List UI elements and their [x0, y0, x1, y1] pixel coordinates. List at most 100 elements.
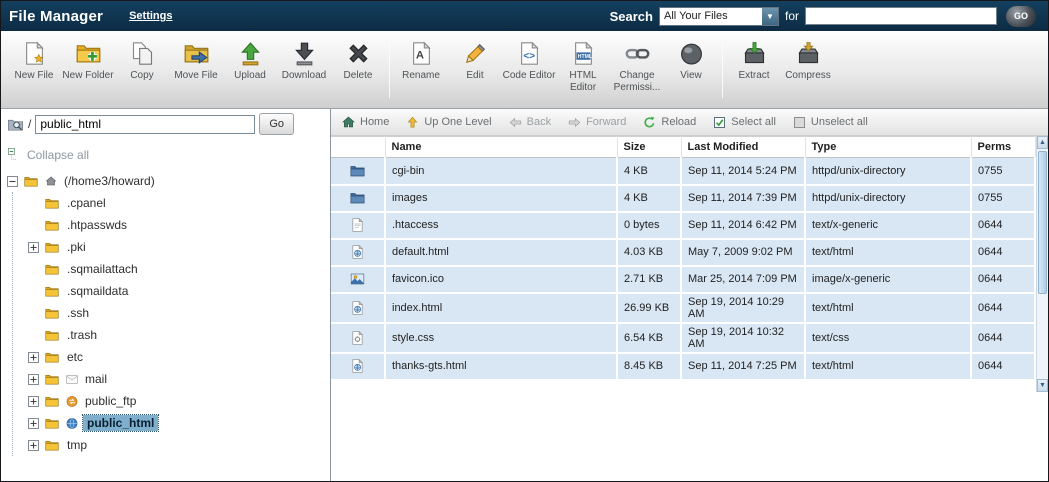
folder-search-icon [7, 116, 24, 133]
expand-plus-icon[interactable] [28, 242, 39, 253]
cell-modified: Sep 11, 2014 6:42 PM [681, 212, 805, 239]
toolbar-change-permissions-button[interactable]: Change Permissi... [610, 40, 664, 93]
collapse-all-button[interactable]: Collapse all [1, 139, 330, 166]
tree-item-public_html[interactable]: public_html [28, 412, 330, 434]
filebar-back-button[interactable]: Back [508, 115, 551, 130]
filebar-unselect-all-button[interactable]: Unselect all [792, 115, 868, 130]
toolbar-download-button[interactable]: Download [277, 40, 331, 82]
cell-name[interactable]: style.css [385, 323, 617, 353]
path-input[interactable] [35, 115, 255, 134]
filebar-select-all-button[interactable]: Select all [712, 115, 776, 130]
column-header-type[interactable]: Type [805, 137, 971, 158]
cell-name[interactable]: thanks-gts.html [385, 353, 617, 380]
cell-icon [331, 158, 385, 185]
search-go-button[interactable]: GO [1006, 6, 1036, 27]
tree-item-trash[interactable]: .trash [28, 324, 330, 346]
tree-item-pki[interactable]: .pki [28, 236, 330, 258]
cell-modified: Sep 11, 2014 7:25 PM [681, 353, 805, 380]
filebar-up-one-level-button[interactable]: Up One Level [405, 115, 491, 130]
file-row-htaccess[interactable]: .htaccess0 bytesSep 11, 2014 6:42 PMtext… [331, 212, 1035, 239]
path-go-button[interactable]: Go [259, 113, 294, 135]
collapse-all-label: Collapse all [27, 148, 89, 162]
cell-name[interactable]: default.html [385, 239, 617, 266]
cell-type: text/html [805, 353, 971, 380]
file-row-faviconico[interactable]: favicon.ico2.71 KBMar 25, 2014 7:09 PMim… [331, 266, 1035, 293]
folder-icon [43, 394, 61, 409]
cell-name[interactable]: index.html [385, 293, 617, 323]
column-header-name[interactable]: Name [385, 137, 617, 158]
expand-plus-icon[interactable] [28, 440, 39, 451]
file-row-thanks-gtshtml[interactable]: thanks-gts.html8.45 KBSep 11, 2014 7:25 … [331, 353, 1035, 380]
toolbar-extract-button[interactable]: Extract [727, 40, 781, 82]
toolbar-delete-button[interactable]: Delete [331, 40, 385, 82]
cell-icon [331, 239, 385, 266]
column-header-perms[interactable]: Perms [971, 137, 1035, 158]
expand-plus-icon[interactable] [28, 352, 39, 363]
vertical-scrollbar[interactable]: ▲ ▼ [1036, 136, 1048, 392]
header: File Manager Settings Search All Your Fi… [1, 1, 1048, 31]
folder-icon [43, 372, 61, 387]
tree-item-cpanel[interactable]: .cpanel [28, 192, 330, 214]
tree-item-htpasswds[interactable]: .htpasswds [28, 214, 330, 236]
scroll-up-button[interactable]: ▲ [1037, 136, 1048, 149]
toolbar-view-button[interactable]: View [664, 40, 718, 82]
cell-type: image/x-generic [805, 266, 971, 293]
expand-plus-icon[interactable] [28, 418, 39, 429]
file-row-images[interactable]: images4 KBSep 11, 2014 7:39 PMhttpd/unix… [331, 185, 1035, 212]
expand-plus-icon[interactable] [28, 374, 39, 385]
tree-item-sqmaildata[interactable]: .sqmaildata [28, 280, 330, 302]
file-row-cgi-bin[interactable]: cgi-bin4 KBSep 11, 2014 5:24 PMhttpd/uni… [331, 158, 1035, 185]
column-header-last-modified[interactable]: Last Modified [681, 137, 805, 158]
cell-name[interactable]: images [385, 185, 617, 212]
chevron-down-icon: ▼ [762, 8, 778, 25]
html-file-icon [349, 244, 366, 260]
tree-item-public_ftp[interactable]: public_ftp [28, 390, 330, 412]
up-one-level-icon [405, 115, 420, 130]
toolbar-move-file-button[interactable]: Move File [169, 40, 223, 82]
filebar-home-button[interactable]: Home [341, 115, 389, 130]
toolbar-rename-button[interactable]: ARename [394, 40, 448, 82]
cell-perms: 0644 [971, 212, 1035, 239]
tree-item-tmp[interactable]: tmp [28, 434, 330, 456]
text-file-icon [349, 217, 366, 233]
cell-name[interactable]: cgi-bin [385, 158, 617, 185]
tree-item-mail[interactable]: mail [28, 368, 330, 390]
tree-item-sqmailattach[interactable]: .sqmailattach [28, 258, 330, 280]
toolbar-edit-button[interactable]: Edit [448, 40, 502, 82]
search-input[interactable] [805, 7, 997, 25]
tree-item-etc[interactable]: etc [28, 346, 330, 368]
tree-item-label: .ssh [65, 305, 91, 321]
cell-name[interactable]: .htaccess [385, 212, 617, 239]
tree-item-label: .htpasswds [65, 217, 129, 233]
file-row-indexhtml[interactable]: index.html26.99 KBSep 19, 2014 10:29 AMt… [331, 293, 1035, 323]
cell-name[interactable]: favicon.ico [385, 266, 617, 293]
search-scope-select[interactable]: All Your Files ▼ [659, 7, 779, 26]
cell-perms: 0644 [971, 323, 1035, 353]
tree-root[interactable]: (/home3/howard) [7, 170, 330, 192]
file-row-stylecss[interactable]: style.css6.54 KBSep 19, 2014 10:32 AMtex… [331, 323, 1035, 353]
toolbar-html-editor-button[interactable]: HTMLHTML Editor [556, 40, 610, 93]
tree-item-ssh[interactable]: .ssh [28, 302, 330, 324]
filebar-forward-button[interactable]: Forward [567, 115, 626, 130]
cell-size: 0 bytes [617, 212, 681, 239]
tree-item-label: .trash [65, 327, 99, 343]
toolbar-upload-button[interactable]: Upload [223, 40, 277, 82]
toolbar-code-editor-button[interactable]: <>Code Editor [502, 40, 556, 82]
settings-link[interactable]: Settings [129, 10, 172, 22]
scroll-down-button[interactable]: ▼ [1037, 379, 1048, 392]
folder-icon [43, 284, 61, 299]
toolbar-copy-button[interactable]: Copy [115, 40, 169, 82]
mail-icon [65, 373, 79, 386]
filebar-reload-button[interactable]: Reload [642, 115, 696, 130]
scrollbar-thumb[interactable] [1038, 151, 1047, 294]
file-manager-window: File Manager Settings Search All Your Fi… [0, 0, 1049, 482]
tree-root-label: (/home3/howard) [62, 173, 157, 189]
file-row-defaulthtml[interactable]: default.html4.03 KBMay 7, 2009 9:02 PMte… [331, 239, 1035, 266]
toolbar-new-file-button[interactable]: New File [7, 40, 61, 82]
collapse-expander-icon[interactable] [7, 176, 18, 187]
expand-plus-icon[interactable] [28, 396, 39, 407]
column-header-size[interactable]: Size [617, 137, 681, 158]
scrollbar-track[interactable] [1037, 149, 1048, 379]
toolbar-new-folder-button[interactable]: New Folder [61, 40, 115, 82]
toolbar-compress-button[interactable]: Compress [781, 40, 835, 82]
